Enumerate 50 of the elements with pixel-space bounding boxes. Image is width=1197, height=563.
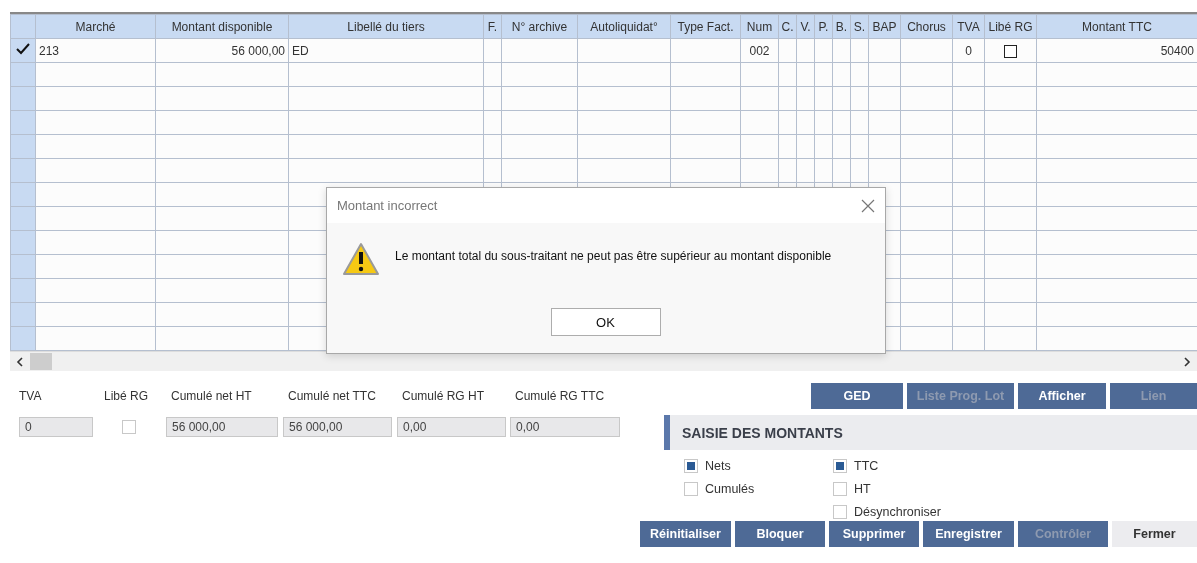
- table-cell: 50400: [1036, 38, 1197, 63]
- row-selector[interactable]: [10, 38, 36, 63]
- warning-icon: [342, 242, 380, 276]
- scrollbar-thumb[interactable]: [30, 353, 52, 370]
- checkbox-label: Nets: [705, 459, 731, 473]
- field-label: Cumulé net TTC: [287, 389, 377, 403]
- ok-button[interactable]: OK: [550, 308, 661, 336]
- column-header[interactable]: Chorus: [900, 14, 953, 39]
- column-header[interactable]: Marché: [35, 14, 156, 39]
- field-label: Cumulé RG HT: [401, 389, 485, 403]
- dialog-title: Montant incorrect: [337, 198, 438, 213]
- action-button[interactable]: GED: [811, 383, 903, 409]
- column-header[interactable]: BAP: [868, 14, 901, 39]
- action-button[interactable]: Afficher: [1018, 383, 1106, 409]
- action-button[interactable]: Réinitialiser: [640, 521, 731, 547]
- column-header[interactable]: TVA: [952, 14, 985, 39]
- column-header[interactable]: Montant TTC: [1036, 14, 1197, 39]
- section-header: SAISIE DES MONTANTS: [664, 415, 1197, 450]
- action-button[interactable]: Supprimer: [829, 521, 919, 547]
- column-header[interactable]: Num: [740, 14, 779, 39]
- field-label: Libé RG: [104, 389, 150, 403]
- action-button[interactable]: Fermer: [1112, 521, 1197, 547]
- horizontal-scrollbar[interactable]: [10, 351, 1197, 371]
- field-label: Cumulé net HT: [170, 389, 253, 403]
- input-field[interactable]: 0,00: [397, 417, 506, 437]
- checkbox-label: Désynchroniser: [854, 505, 941, 519]
- checkbox-label: HT: [854, 482, 871, 496]
- table-cell: ED: [288, 38, 484, 63]
- column-header[interactable]: N° archive: [501, 14, 578, 39]
- table-cell: 56 000,00: [155, 38, 289, 63]
- input-field[interactable]: 56 000,00: [166, 417, 278, 437]
- column-header[interactable]: Type Fact.: [670, 14, 741, 39]
- column-header[interactable]: Montant disponible: [155, 14, 289, 39]
- input-field[interactable]: 56 000,00: [283, 417, 392, 437]
- field-label: Cumulé RG TTC: [514, 389, 606, 403]
- field-label: TVA: [19, 389, 43, 403]
- close-icon[interactable]: [861, 198, 875, 213]
- checkbox[interactable]: [1004, 44, 1017, 58]
- table-cell: 213: [35, 38, 156, 63]
- dialog-message: Le montant total du sous-traitant ne peut pas être supérieur au montant disponible: [395, 248, 832, 265]
- checkbox-label: TTC: [854, 459, 879, 473]
- action-button[interactable]: Enregistrer: [923, 521, 1014, 547]
- input-field[interactable]: 0,00: [510, 417, 620, 437]
- checkbox-label: Cumulés: [705, 482, 755, 496]
- check-icon: [16, 43, 30, 55]
- input-field[interactable]: 0: [19, 417, 93, 437]
- column-header[interactable]: Libellé du tiers: [288, 14, 484, 39]
- action-button[interactable]: Bloquer: [735, 521, 825, 547]
- column-header[interactable]: Libé RG: [984, 14, 1037, 39]
- column-header[interactable]: Autoliquidat°: [577, 14, 671, 39]
